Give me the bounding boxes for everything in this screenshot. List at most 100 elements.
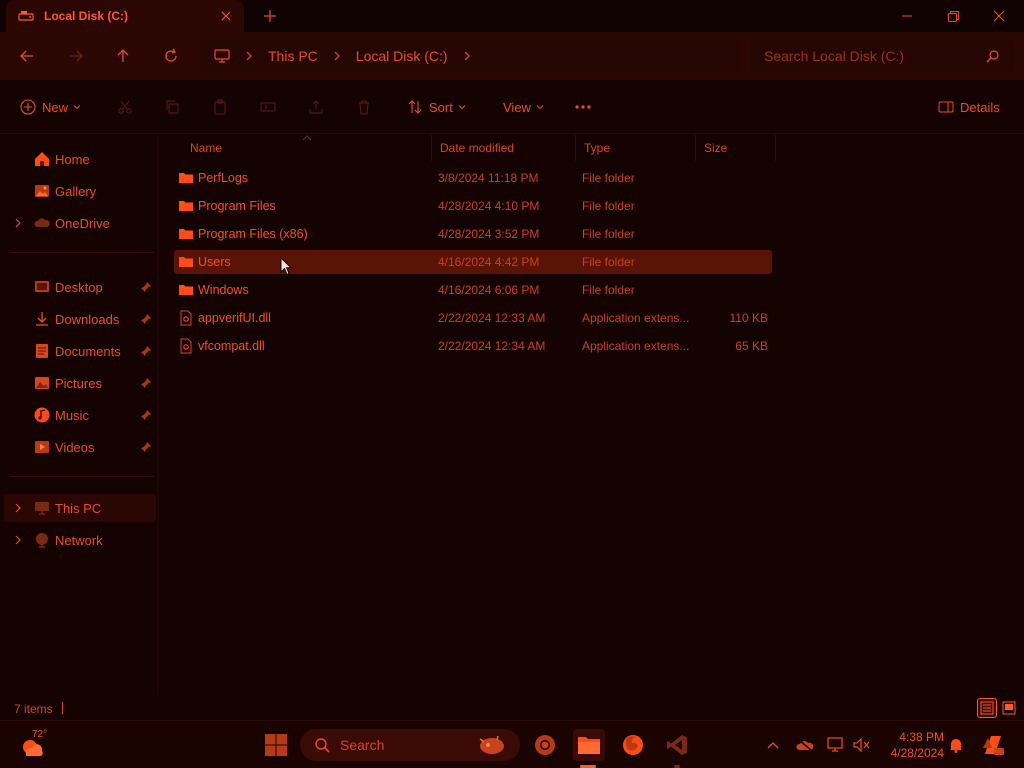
pane-splitter[interactable] [157, 135, 159, 695]
copilot-button[interactable] [980, 735, 1006, 755]
share-button[interactable] [308, 96, 324, 118]
network-tray-icon[interactable] [826, 735, 846, 755]
taskbar-search[interactable]: Search [300, 729, 520, 761]
folder-icon [178, 282, 194, 298]
computer-icon [214, 48, 230, 64]
delete-button[interactable] [356, 96, 372, 118]
table-row[interactable]: PerfLogs 3/8/2024 11:18 PM File folder [174, 166, 772, 190]
monitor-network-icon [827, 737, 845, 753]
tiles-view-toggle[interactable] [999, 698, 1019, 718]
table-row[interactable]: vfcompat.dll 2/22/2024 12:34 AM Applicat… [174, 334, 772, 358]
sidebar-item-gallery[interactable]: Gallery [4, 177, 156, 205]
sidebar-item-label: Music [55, 408, 89, 423]
sidebar-item-network[interactable]: Network [4, 526, 156, 554]
breadcrumb-local-disk[interactable]: Local Disk (C:) [356, 48, 448, 64]
table-row[interactable]: appverifUI.dll 2/22/2024 12:33 AM Applic… [174, 306, 772, 330]
item-count: 7 items [14, 702, 53, 716]
sidebar-item-downloads[interactable]: Downloads [4, 305, 156, 333]
chevron-right-icon[interactable] [12, 217, 24, 229]
close-tab-icon[interactable] [218, 8, 234, 24]
more-options-button[interactable] [574, 96, 592, 118]
sidebar-item-home[interactable]: Home [4, 145, 156, 173]
pin-icon [140, 345, 152, 357]
folder-icon [178, 198, 194, 214]
up-button[interactable] [111, 44, 135, 68]
tab-title: Local Disk (C:) [44, 9, 129, 23]
sort-button[interactable]: Sort [407, 96, 466, 118]
forward-button[interactable] [64, 44, 88, 68]
address-row: This PC Local Disk (C:) Search Local Dis… [0, 32, 1024, 80]
sidebar-item-onedrive[interactable]: OneDrive [4, 209, 156, 237]
divider [10, 252, 154, 253]
back-button[interactable] [15, 44, 39, 68]
pin-icon [140, 377, 152, 389]
file-name: appverifUI.dll [198, 311, 271, 325]
file-type: File folder [582, 227, 635, 241]
clock-time: 4:38 PM [899, 730, 944, 744]
home-icon [34, 151, 50, 167]
taskbar-file-explorer[interactable] [573, 729, 605, 761]
file-name: vfcompat.dll [198, 339, 265, 353]
sidebar-item-label: Network [55, 533, 103, 548]
table-row[interactable]: Windows 4/16/2024 6:06 PM File folder [174, 278, 772, 302]
chevron-right-icon[interactable] [330, 49, 344, 63]
chevron-right-icon[interactable] [12, 534, 24, 546]
search-highlight-icon [472, 733, 508, 757]
details-list-icon [980, 701, 994, 715]
sidebar-item-videos[interactable]: Videos [4, 433, 156, 461]
chevron-right-icon[interactable] [12, 502, 24, 514]
new-tab-button[interactable] [262, 8, 278, 24]
refresh-button[interactable] [159, 44, 183, 68]
column-header-type[interactable]: Type [576, 135, 696, 161]
sidebar-item-this-pc[interactable]: This PC [4, 494, 156, 522]
column-header-name[interactable]: Name [182, 135, 432, 161]
table-row[interactable]: Program Files 4/28/2024 4:10 PM File fol… [174, 194, 772, 218]
sidebar-item-label: Documents [55, 344, 121, 359]
weather-widget[interactable]: 72° [20, 729, 52, 761]
view-label: View [503, 99, 531, 115]
address-bar[interactable]: This PC Local Disk (C:) [200, 40, 740, 72]
table-row[interactable]: Program Files (x86) 4/28/2024 3:52 PM Fi… [174, 222, 772, 246]
table-row-selected[interactable]: Users 4/16/2024 4:42 PM File folder [174, 250, 772, 274]
cut-button[interactable] [117, 96, 133, 118]
file-size: 110 KB [729, 311, 768, 325]
taskbar-vscode[interactable] [661, 729, 693, 761]
column-header-size[interactable]: Size [696, 135, 776, 161]
sidebar-item-documents[interactable]: Documents [4, 337, 156, 365]
close-window-button[interactable] [976, 0, 1022, 32]
taskbar-chrome[interactable] [529, 729, 561, 761]
chevron-right-icon[interactable] [460, 49, 474, 63]
taskbar-firefox[interactable] [617, 729, 649, 761]
new-button[interactable]: New [20, 96, 81, 118]
divider [10, 476, 154, 477]
sidebar-item-music[interactable]: Music [4, 401, 156, 429]
details-view-toggle[interactable] [977, 698, 997, 718]
minimize-button[interactable] [884, 0, 930, 32]
tab-local-disk[interactable]: Local Disk (C:) [6, 0, 244, 32]
restore-button[interactable] [930, 0, 976, 32]
volume-tray-icon[interactable] [852, 735, 872, 755]
sort-label: Sort [429, 99, 453, 115]
start-button[interactable] [260, 729, 292, 761]
system-clock[interactable]: 4:38 PM 4/28/2024 [880, 729, 944, 761]
pin-icon [140, 409, 152, 421]
cloud-icon [34, 215, 50, 231]
search-input[interactable]: Search Local Disk (C:) [750, 40, 1014, 72]
rename-button[interactable] [260, 96, 276, 118]
onedrive-tray-icon[interactable] [795, 735, 815, 755]
chevron-right-icon[interactable] [242, 49, 256, 63]
copy-button[interactable] [164, 96, 180, 118]
sidebar-item-desktop[interactable]: Desktop [4, 273, 156, 301]
chevron-down-icon [458, 103, 466, 111]
show-hidden-icons-button[interactable] [763, 735, 783, 755]
column-header-date[interactable]: Date modified [432, 135, 576, 161]
share-icon [308, 99, 324, 115]
sidebar-item-pictures[interactable]: Pictures [4, 369, 156, 397]
notifications-button[interactable] [946, 735, 966, 755]
details-pane-button[interactable]: Details [938, 96, 1000, 118]
clipboard-icon [212, 99, 228, 115]
dll-file-icon [178, 310, 194, 326]
breadcrumb-this-pc[interactable]: This PC [268, 48, 318, 64]
paste-button[interactable] [212, 96, 228, 118]
view-button[interactable]: View [497, 96, 544, 118]
